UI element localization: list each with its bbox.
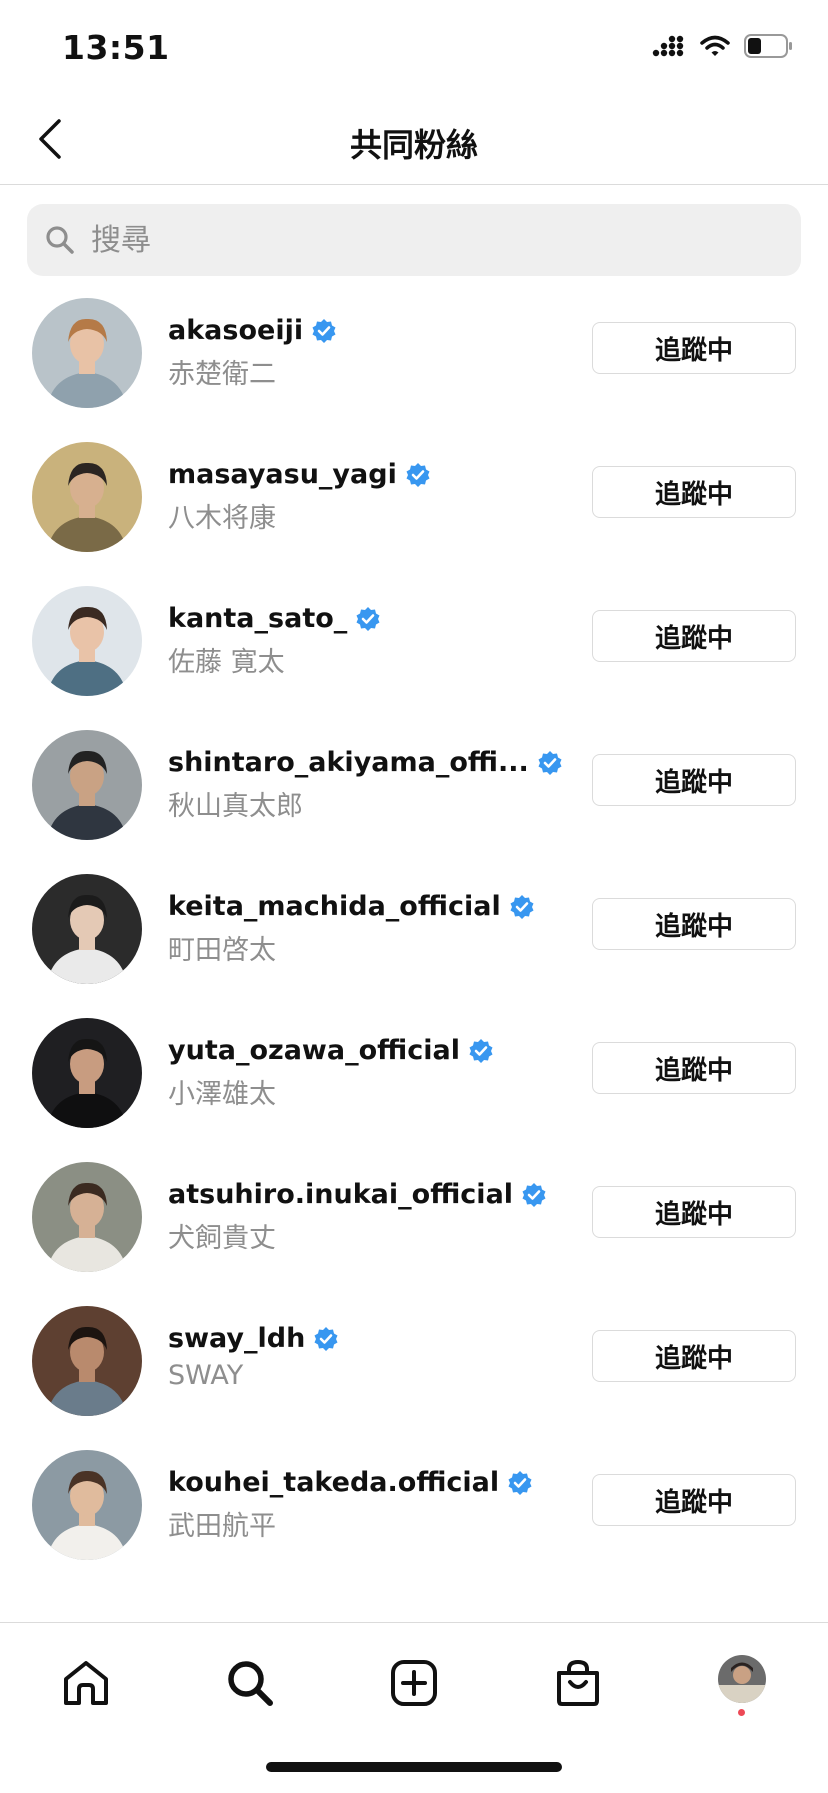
page-title: 共同粉絲 (349, 126, 478, 164)
following-button[interactable]: 追蹤中 (592, 1330, 796, 1382)
list-item[interactable]: keita_machida_official 町田啓太 追蹤中 (0, 866, 828, 1010)
wifi-icon (700, 35, 730, 61)
avatar[interactable] (32, 1162, 142, 1272)
avatar[interactable] (32, 1018, 142, 1128)
search-icon (228, 1661, 273, 1706)
username-link[interactable]: kouhei_takeda.official (168, 1467, 533, 1498)
avatar[interactable] (32, 1306, 142, 1416)
shop-icon (557, 1659, 599, 1706)
username-link[interactable]: shintaro_akiyama_offi... (168, 747, 563, 778)
full-name: 町田啓太 (168, 935, 276, 966)
list-item[interactable]: shintaro_akiyama_offi... 秋山真太郎 追蹤中 (0, 722, 828, 866)
following-button[interactable]: 追蹤中 (592, 322, 796, 374)
home-indicator (266, 1762, 562, 1772)
username: sway_ldh (168, 1323, 306, 1354)
tab-shop[interactable] (542, 1647, 614, 1719)
following-button[interactable]: 追蹤中 (592, 1042, 796, 1094)
tab-profile[interactable] (718, 1655, 766, 1703)
user-info: atsuhiro.inukai_official 犬飼貴丈 (168, 1179, 548, 1255)
list-item[interactable]: akasoeiji 赤楚衛二 追蹤中 (0, 290, 828, 434)
user-info: kouhei_takeda.official 武田航平 (168, 1467, 548, 1543)
username: atsuhiro.inukai_official (168, 1179, 514, 1210)
avatar[interactable] (32, 586, 142, 696)
battery-icon (744, 34, 794, 62)
profile-avatar (718, 1655, 766, 1703)
username: shintaro_akiyama_offi... (168, 747, 529, 778)
header: 共同粉絲 (0, 100, 828, 185)
full-name: 犬飼貴丈 (168, 1223, 276, 1254)
full-name: 八木将康 (168, 503, 276, 534)
verified-badge-icon (356, 606, 380, 631)
username-link[interactable]: kanta_sato_ (168, 603, 381, 634)
following-button[interactable]: 追蹤中 (592, 1474, 796, 1526)
status-bar: 13:51 (0, 0, 828, 100)
username-link[interactable]: yuta_ozawa_official (168, 1035, 494, 1066)
verified-badge-icon (312, 318, 336, 343)
tab-search[interactable] (214, 1647, 286, 1719)
avatar[interactable] (32, 1450, 142, 1560)
user-info: keita_machida_official 町田啓太 (168, 891, 548, 967)
user-info: kanta_sato_ 佐藤 寛太 (168, 603, 548, 679)
status-time: 13:51 (62, 28, 170, 67)
mutual-followers-list: akasoeiji 赤楚衛二 追蹤中 masayasu_yagi 八木将康 追蹤… (0, 290, 828, 1586)
full-name: 武田航平 (168, 1511, 276, 1542)
following-button[interactable]: 追蹤中 (592, 898, 796, 950)
username-link[interactable]: keita_machida_official (168, 891, 535, 922)
tab-home[interactable] (50, 1647, 122, 1719)
username-link[interactable]: masayasu_yagi (168, 459, 431, 490)
following-button[interactable]: 追蹤中 (592, 466, 796, 518)
tab-create[interactable] (378, 1647, 450, 1719)
list-item[interactable]: kouhei_takeda.official 武田航平 追蹤中 (0, 1442, 828, 1586)
username: yuta_ozawa_official (168, 1035, 460, 1066)
verified-badge-icon (406, 462, 430, 487)
avatar[interactable] (32, 730, 142, 840)
verified-badge-icon (314, 1326, 338, 1351)
following-button[interactable]: 追蹤中 (592, 1186, 796, 1238)
full-name: 秋山真太郎 (168, 791, 303, 822)
full-name: 佐藤 寛太 (168, 647, 285, 678)
following-button[interactable]: 追蹤中 (592, 754, 796, 806)
username: kouhei_takeda.official (168, 1467, 500, 1498)
user-info: akasoeiji 赤楚衛二 (168, 315, 548, 391)
search-bar[interactable] (27, 204, 801, 276)
username: kanta_sato_ (168, 603, 348, 634)
username-link[interactable]: akasoeiji (168, 315, 337, 346)
user-info: masayasu_yagi 八木将康 (168, 459, 548, 535)
avatar[interactable] (32, 874, 142, 984)
username: masayasu_yagi (168, 459, 397, 490)
search-input[interactable] (89, 221, 773, 259)
status-icons (652, 34, 794, 62)
search-icon (46, 226, 74, 254)
username: keita_machida_official (168, 891, 501, 922)
verified-badge-icon (522, 1182, 546, 1207)
full-name: 赤楚衛二 (168, 359, 276, 390)
notification-dot (738, 1709, 745, 1716)
add-post-icon (391, 1660, 437, 1706)
avatar[interactable] (32, 442, 142, 552)
list-item[interactable]: sway_ldh SWAY 追蹤中 (0, 1298, 828, 1442)
list-item[interactable]: yuta_ozawa_official 小澤雄太 追蹤中 (0, 1010, 828, 1154)
verified-badge-icon (508, 1470, 532, 1495)
full-name: 小澤雄太 (168, 1079, 276, 1110)
verified-badge-icon (469, 1038, 493, 1063)
signal-icon (652, 35, 686, 61)
list-item[interactable]: kanta_sato_ 佐藤 寛太 追蹤中 (0, 578, 828, 722)
username-link[interactable]: sway_ldh (168, 1323, 339, 1354)
user-info: yuta_ozawa_official 小澤雄太 (168, 1035, 548, 1111)
username: akasoeiji (168, 315, 304, 346)
list-item[interactable]: atsuhiro.inukai_official 犬飼貴丈 追蹤中 (0, 1154, 828, 1298)
user-info: sway_ldh SWAY (168, 1323, 548, 1391)
following-button[interactable]: 追蹤中 (592, 610, 796, 662)
home-icon (64, 1661, 108, 1705)
username-link[interactable]: atsuhiro.inukai_official (168, 1179, 547, 1210)
avatar[interactable] (32, 298, 142, 408)
full-name: SWAY (168, 1360, 244, 1391)
list-item[interactable]: masayasu_yagi 八木将康 追蹤中 (0, 434, 828, 578)
verified-badge-icon (510, 894, 534, 919)
verified-badge-icon (538, 750, 562, 775)
user-info: shintaro_akiyama_offi... 秋山真太郎 (168, 747, 562, 823)
